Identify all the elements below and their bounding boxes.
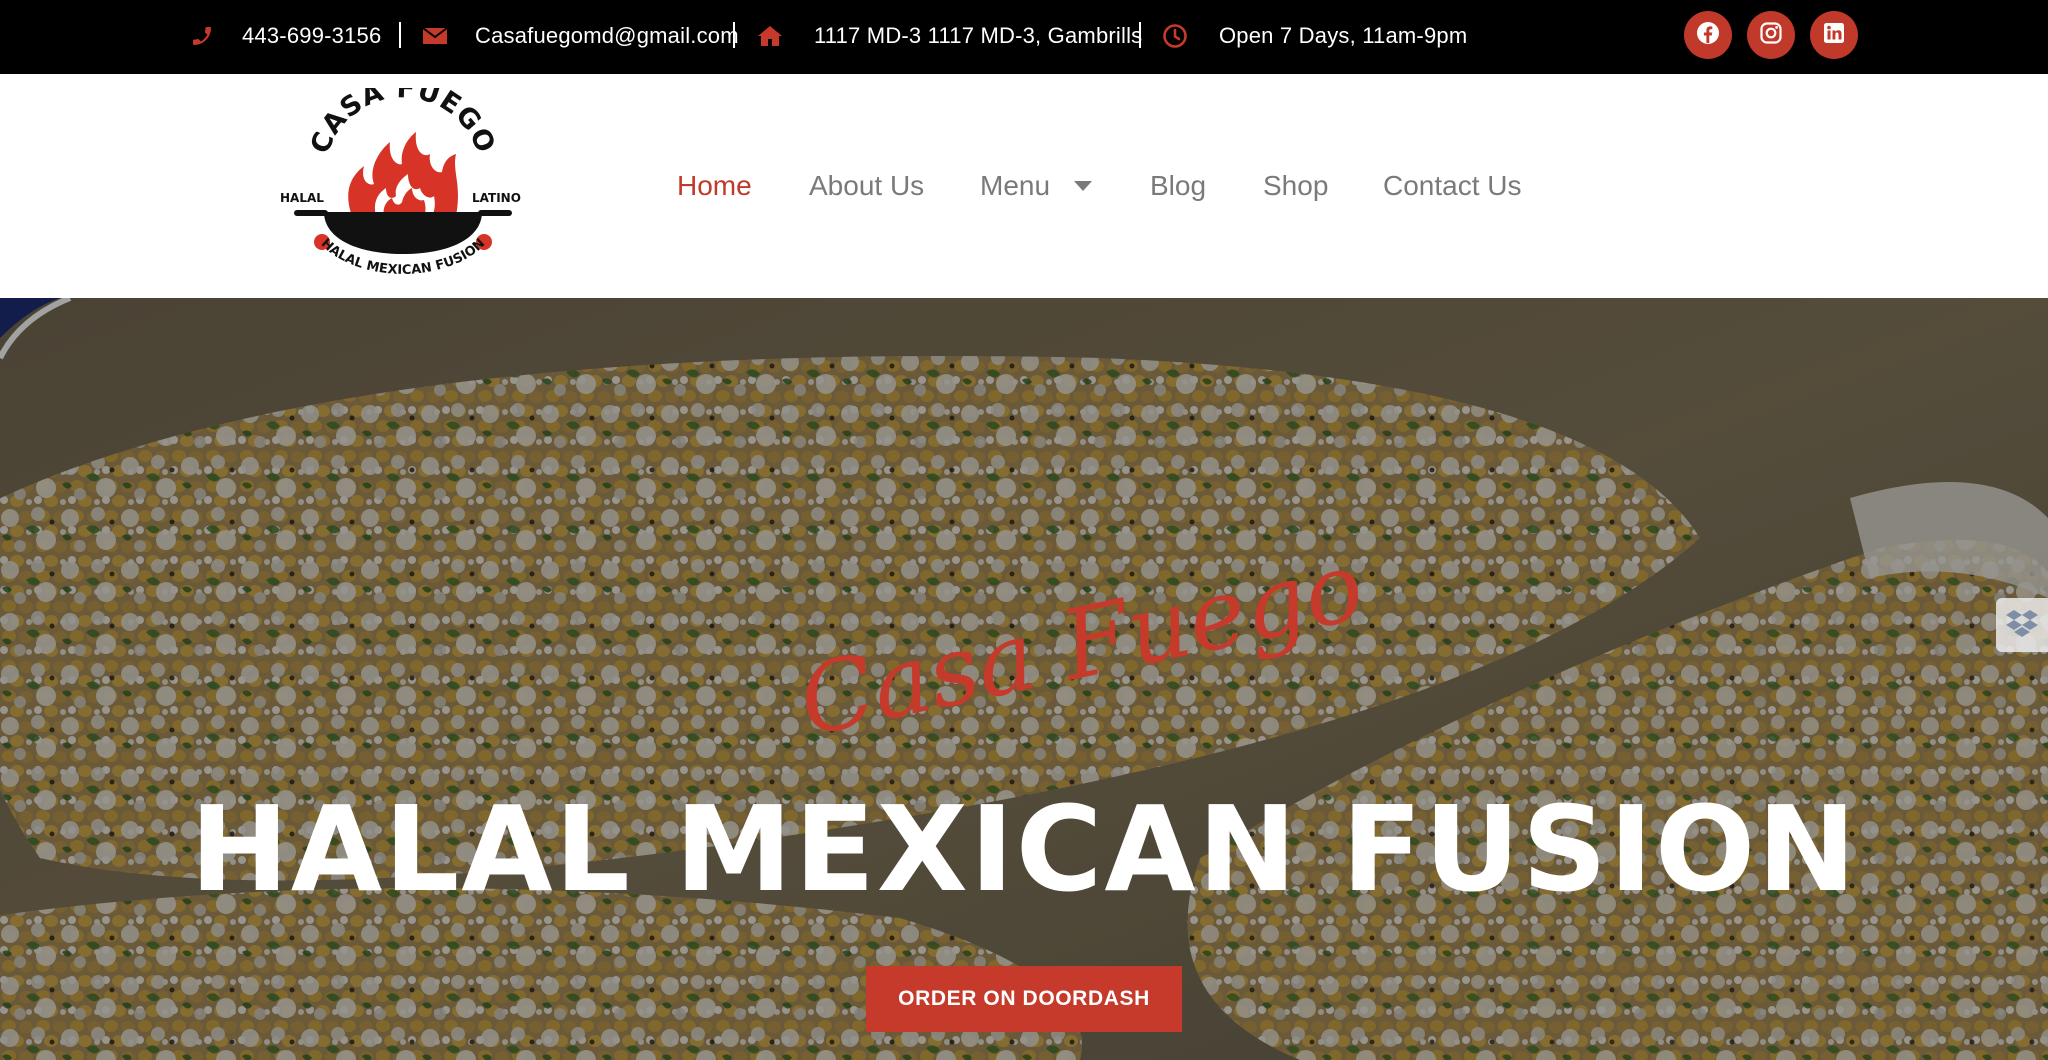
instagram-icon <box>1759 21 1783 50</box>
linkedin-icon <box>1822 21 1846 50</box>
hours-contact: Open 7 Days, 11am-9pm <box>1161 0 1467 72</box>
phone-icon <box>188 22 216 50</box>
nav-contact-us-label: Contact Us <box>1383 170 1522 201</box>
main-navigation: Home About Us Menu Blog Shop Contact Us <box>0 74 2048 298</box>
address-contact[interactable]: 1117 MD-3 1117 MD-3, Gambrills <box>756 0 1142 72</box>
dropbox-widget-button[interactable] <box>1996 598 2048 652</box>
phone-number: 443-699-3156 <box>242 23 382 48</box>
email-contact[interactable]: Casafuegomd@gmail.com <box>421 0 739 72</box>
address-text: 1117 MD-3 1117 MD-3, Gambrills <box>814 23 1143 48</box>
nav-about-us[interactable]: About Us <box>809 164 924 208</box>
nav-home[interactable]: Home <box>677 164 752 208</box>
linkedin-link[interactable] <box>1810 11 1858 59</box>
nav-menu[interactable]: Menu <box>980 164 1093 208</box>
phone-contact[interactable]: 443-699-3156 <box>188 0 381 72</box>
instagram-link[interactable] <box>1747 11 1795 59</box>
nav-blog-label: Blog <box>1150 170 1207 201</box>
nav-shop[interactable]: Shop <box>1263 164 1328 208</box>
nav-home-label: Home <box>677 170 752 201</box>
nav-shop-label: Shop <box>1263 170 1329 201</box>
nav-menu-label: Menu <box>980 170 1051 201</box>
dropbox-icon <box>2005 608 2039 643</box>
divider <box>399 22 401 48</box>
clock-icon <box>1161 22 1189 50</box>
chevron-down-icon <box>1074 181 1093 191</box>
hero-section: Casa Fuego HALAL MEXICAN FUSION ORDER ON… <box>0 298 2048 1060</box>
nav-about-us-label: About Us <box>809 170 925 201</box>
hero-title: HALAL MEXICAN FUSION <box>190 780 1858 918</box>
home-icon <box>756 22 784 50</box>
site-header: CASA FUEGO HALAL LATINO HALAL MEXICAN FU… <box>0 73 2048 298</box>
opening-hours: Open 7 Days, 11am-9pm <box>1219 23 1468 48</box>
order-on-doordash-button[interactable]: ORDER ON DOORDASH <box>866 966 1182 1032</box>
facebook-icon <box>1696 21 1720 50</box>
email-address: Casafuegomd@gmail.com <box>475 23 739 48</box>
divider <box>733 22 735 48</box>
facebook-link[interactable] <box>1684 11 1732 59</box>
divider <box>1139 22 1141 48</box>
envelope-icon <box>421 22 449 50</box>
nav-contact-us[interactable]: Contact Us <box>1383 164 1522 208</box>
top-contact-bar: 443-699-3156 Casafuegomd@gmail.com 1117 … <box>0 0 2048 74</box>
nav-blog[interactable]: Blog <box>1150 164 1206 208</box>
